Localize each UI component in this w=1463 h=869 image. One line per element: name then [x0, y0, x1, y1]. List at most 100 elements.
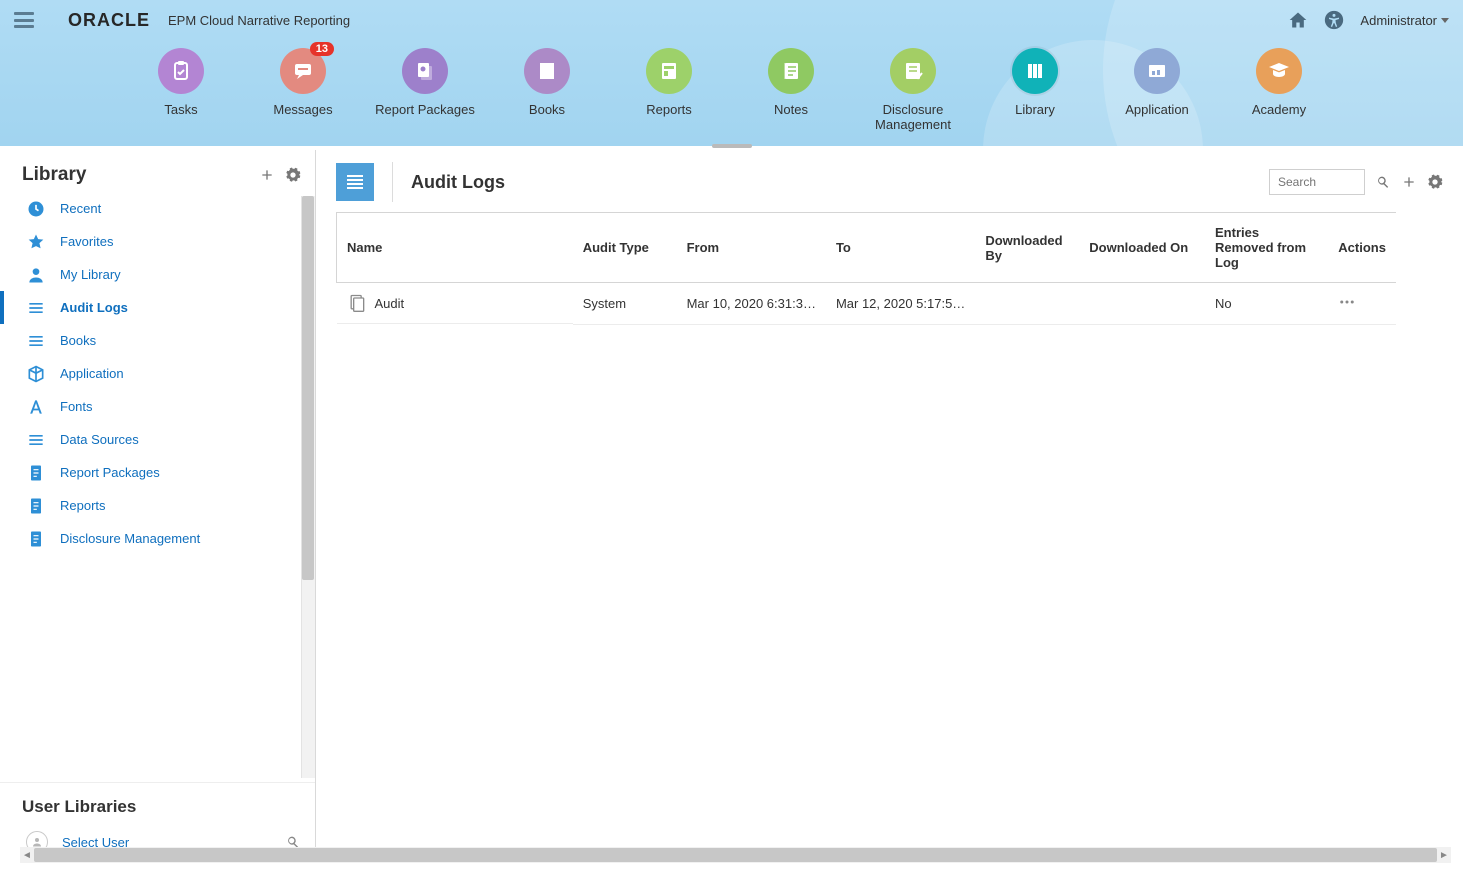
sidebar-item-data-sources[interactable]: Data Sources — [0, 423, 309, 456]
sidebar-item-label: Recent — [60, 201, 101, 216]
font-icon — [26, 397, 46, 417]
nav-tile-library[interactable]: Library — [974, 48, 1096, 132]
accessibility-icon[interactable] — [1324, 10, 1344, 30]
sidebar-item-application[interactable]: Application — [0, 357, 309, 390]
sidebar-item-label: Data Sources — [60, 432, 139, 447]
row-actions-icon[interactable] — [1338, 293, 1356, 311]
sidebar-item-recent[interactable]: Recent — [0, 192, 309, 225]
search-icon[interactable] — [1375, 174, 1391, 190]
file-icon — [347, 293, 367, 313]
gear-icon[interactable] — [1427, 174, 1443, 190]
clipboard-icon — [158, 48, 204, 94]
row-audit-type: System — [573, 283, 677, 325]
nav-tile-label: Disclosure Management — [852, 102, 974, 132]
lines-icon — [26, 331, 46, 351]
sidebar-item-report-packages[interactable]: Report Packages — [0, 456, 309, 489]
nav-tile-tasks[interactable]: Tasks — [120, 48, 242, 132]
sidebar-item-audit-logs[interactable]: Audit Logs — [0, 291, 309, 324]
sidebar-item-favorites[interactable]: Favorites — [0, 225, 309, 258]
row-downloaded-by — [975, 283, 1079, 325]
column-header[interactable]: Name — [337, 213, 573, 283]
sidebar-item-label: Fonts — [60, 399, 93, 414]
sidebar-item-books[interactable]: Books — [0, 324, 309, 357]
product-name: EPM Cloud Narrative Reporting — [168, 13, 350, 28]
add-icon[interactable] — [259, 167, 275, 183]
nav-tile-label: Library — [974, 102, 1096, 117]
app-banner: ORACLE EPM Cloud Narrative Reporting Adm… — [0, 0, 1463, 146]
column-header[interactable]: Actions — [1328, 213, 1396, 283]
sidebar-item-disclosure-management[interactable]: Disclosure Management — [0, 522, 309, 555]
gear-icon[interactable] — [285, 167, 301, 183]
cube-icon — [26, 364, 46, 384]
chat-icon: 13 — [280, 48, 326, 94]
report-pkg-icon — [402, 48, 448, 94]
person-icon — [26, 265, 46, 285]
nav-tile-label: Messages — [242, 102, 364, 117]
lines-icon — [26, 298, 46, 318]
user-menu[interactable]: Administrator — [1360, 13, 1449, 28]
academy-icon — [1256, 48, 1302, 94]
sidebar-item-label: Application — [60, 366, 124, 381]
sidebar-item-label: Disclosure Management — [60, 531, 200, 546]
row-from: Mar 10, 2020 6:31:3… — [677, 283, 826, 325]
page-icon — [336, 163, 374, 201]
sidebar-item-fonts[interactable]: Fonts — [0, 390, 309, 423]
sidebar-scrollbar[interactable] — [301, 196, 315, 778]
nav-tile-disclosure-management[interactable]: Disclosure Management — [852, 48, 974, 132]
caret-down-icon — [1441, 18, 1449, 23]
divider — [392, 162, 393, 202]
sidebar-item-label: Report Packages — [60, 465, 160, 480]
home-icon[interactable] — [1288, 10, 1308, 30]
doc-icon — [26, 496, 46, 516]
nav-tile-label: Reports — [608, 102, 730, 117]
badge: 13 — [310, 42, 334, 56]
nav-tile-books[interactable]: Books — [486, 48, 608, 132]
hamburger-menu-icon[interactable] — [14, 12, 34, 28]
sidebar-item-label: My Library — [60, 267, 121, 282]
clock-icon — [26, 199, 46, 219]
sidebar-item-label: Favorites — [60, 234, 113, 249]
column-header[interactable]: Audit Type — [573, 213, 677, 283]
sidebar-title: Library — [22, 164, 86, 186]
sidebar-item-my-library[interactable]: My Library — [0, 258, 309, 291]
nav-tile-messages[interactable]: 13 Messages — [242, 48, 364, 132]
app-icon — [1134, 48, 1180, 94]
nav-tile-report-packages[interactable]: Report Packages — [364, 48, 486, 132]
row-name: Audit — [375, 296, 405, 311]
add-icon[interactable] — [1401, 174, 1417, 190]
library-sidebar: Library Recent Favorites My Library Audit L… — [0, 150, 316, 863]
column-header[interactable]: Entries Removed from Log — [1205, 213, 1328, 283]
search-input[interactable] — [1269, 169, 1365, 195]
column-header[interactable]: Downloaded By — [975, 213, 1079, 283]
nav-tile-label: Notes — [730, 102, 852, 117]
brand-logo: ORACLE — [68, 10, 150, 31]
sidebar-item-reports[interactable]: Reports — [0, 489, 309, 522]
main-pane: Audit Logs NameAudit TypeFromToDownloade… — [316, 150, 1463, 863]
doc-icon — [26, 529, 46, 549]
audit-table: NameAudit TypeFromToDownloaded ByDownloa… — [336, 212, 1396, 325]
lines-icon — [26, 430, 46, 450]
doc-icon — [26, 463, 46, 483]
notes-icon — [768, 48, 814, 94]
book-icon — [524, 48, 570, 94]
table-row[interactable]: Audit SystemMar 10, 2020 6:31:3…Mar 12, 2… — [337, 283, 1397, 325]
column-header[interactable]: From — [677, 213, 826, 283]
disclosure-icon — [890, 48, 936, 94]
nav-tile-notes[interactable]: Notes — [730, 48, 852, 132]
nav-tile-label: Books — [486, 102, 608, 117]
horizontal-scrollbar[interactable]: ◄► — [316, 847, 1451, 863]
row-entries-removed: No — [1205, 283, 1328, 325]
row-to: Mar 12, 2020 5:17:5… — [826, 283, 975, 325]
nav-tile-academy[interactable]: Academy — [1218, 48, 1340, 132]
row-downloaded-on — [1079, 283, 1205, 325]
column-header[interactable]: Downloaded On — [1079, 213, 1205, 283]
nav-tile-label: Academy — [1218, 102, 1340, 117]
titlebar: ORACLE EPM Cloud Narrative Reporting Adm… — [0, 0, 1463, 40]
nav-tile-label: Application — [1096, 102, 1218, 117]
star-icon — [26, 232, 46, 252]
nav-tile-application[interactable]: Application — [1096, 48, 1218, 132]
report-icon — [646, 48, 692, 94]
user-name: Administrator — [1360, 13, 1437, 28]
nav-tile-reports[interactable]: Reports — [608, 48, 730, 132]
column-header[interactable]: To — [826, 213, 975, 283]
